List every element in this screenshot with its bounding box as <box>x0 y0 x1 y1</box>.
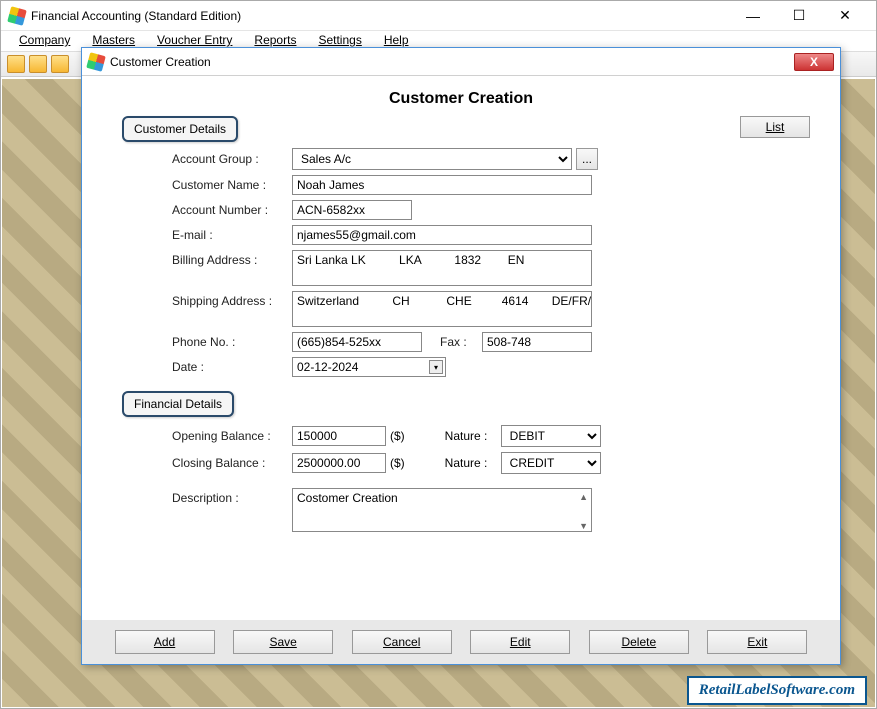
customer-name-label: Customer Name : <box>172 178 292 192</box>
account-number-input[interactable] <box>292 200 412 220</box>
financial-details-section: Financial Details <box>122 391 234 417</box>
toolbar-icon-2[interactable] <box>29 55 47 73</box>
customer-details-section: Customer Details <box>122 116 238 142</box>
watermark: RetailLabelSoftware.com <box>687 676 867 705</box>
dialog-header: Customer Creation <box>82 76 840 116</box>
shipping-address-input[interactable]: Switzerland CH CHE 4614 DE/FR/IT <box>292 291 592 327</box>
description-label: Description : <box>172 488 292 505</box>
dialog-titlebar: Customer Creation X <box>82 48 840 76</box>
account-group-browse-button[interactable]: ... <box>576 148 598 170</box>
shipping-address-label: Shipping Address : <box>172 291 292 308</box>
closing-balance-label: Closing Balance : <box>172 456 292 470</box>
add-button[interactable]: Add <box>115 630 215 654</box>
billing-address-label: Billing Address : <box>172 250 292 267</box>
button-bar: Add Save Cancel Edit Delete Exit <box>82 620 840 664</box>
date-input[interactable] <box>292 357 446 377</box>
closing-currency: ($) <box>390 456 405 470</box>
email-input[interactable] <box>292 225 592 245</box>
toolbar-icon-1[interactable] <box>7 55 25 73</box>
list-button[interactable]: List <box>740 116 810 138</box>
fax-input[interactable] <box>482 332 592 352</box>
dialog-close-button[interactable]: X <box>794 53 834 71</box>
opening-balance-input[interactable] <box>292 426 386 446</box>
cancel-button[interactable]: Cancel <box>352 630 452 654</box>
minimize-button[interactable]: — <box>730 2 776 30</box>
scroll-up-icon[interactable]: ▲ <box>579 492 588 502</box>
phone-input[interactable] <box>292 332 422 352</box>
exit-button[interactable]: Exit <box>707 630 807 654</box>
main-titlebar: Financial Accounting (Standard Edition) … <box>1 1 876 31</box>
scroll-down-icon[interactable]: ▼ <box>579 521 588 531</box>
fax-label: Fax : <box>440 335 482 349</box>
date-dropdown-icon[interactable]: ▾ <box>429 360 443 374</box>
customer-name-input[interactable] <box>292 175 592 195</box>
nature2-select[interactable]: CREDIT <box>501 452 601 474</box>
close-button[interactable]: ✕ <box>822 2 868 30</box>
app-icon <box>9 8 25 24</box>
date-label: Date : <box>172 360 292 374</box>
nature1-label: Nature : <box>445 429 501 443</box>
delete-button[interactable]: Delete <box>589 630 689 654</box>
nature2-label: Nature : <box>445 456 501 470</box>
email-label: E-mail : <box>172 228 292 242</box>
dialog-title: Customer Creation <box>110 55 794 69</box>
account-group-label: Account Group : <box>172 152 292 166</box>
billing-address-input[interactable]: Sri Lanka LK LKA 1832 EN <box>292 250 592 286</box>
nature1-select[interactable]: DEBIT <box>501 425 601 447</box>
closing-balance-input[interactable] <box>292 453 386 473</box>
opening-balance-label: Opening Balance : <box>172 429 292 443</box>
menu-company[interactable]: Company <box>11 31 78 51</box>
main-title: Financial Accounting (Standard Edition) <box>31 9 730 23</box>
customer-creation-dialog: Customer Creation X Customer Creation Li… <box>81 47 841 665</box>
toolbar-icon-3[interactable] <box>51 55 69 73</box>
edit-button[interactable]: Edit <box>470 630 570 654</box>
description-input[interactable]: Costomer Creation <box>292 488 592 532</box>
phone-label: Phone No. : <box>172 335 292 349</box>
opening-currency: ($) <box>390 429 405 443</box>
dialog-icon <box>88 54 104 70</box>
account-number-label: Account Number : <box>172 203 292 217</box>
maximize-button[interactable]: ☐ <box>776 2 822 30</box>
save-button[interactable]: Save <box>233 630 333 654</box>
account-group-select[interactable]: Sales A/c <box>292 148 572 170</box>
